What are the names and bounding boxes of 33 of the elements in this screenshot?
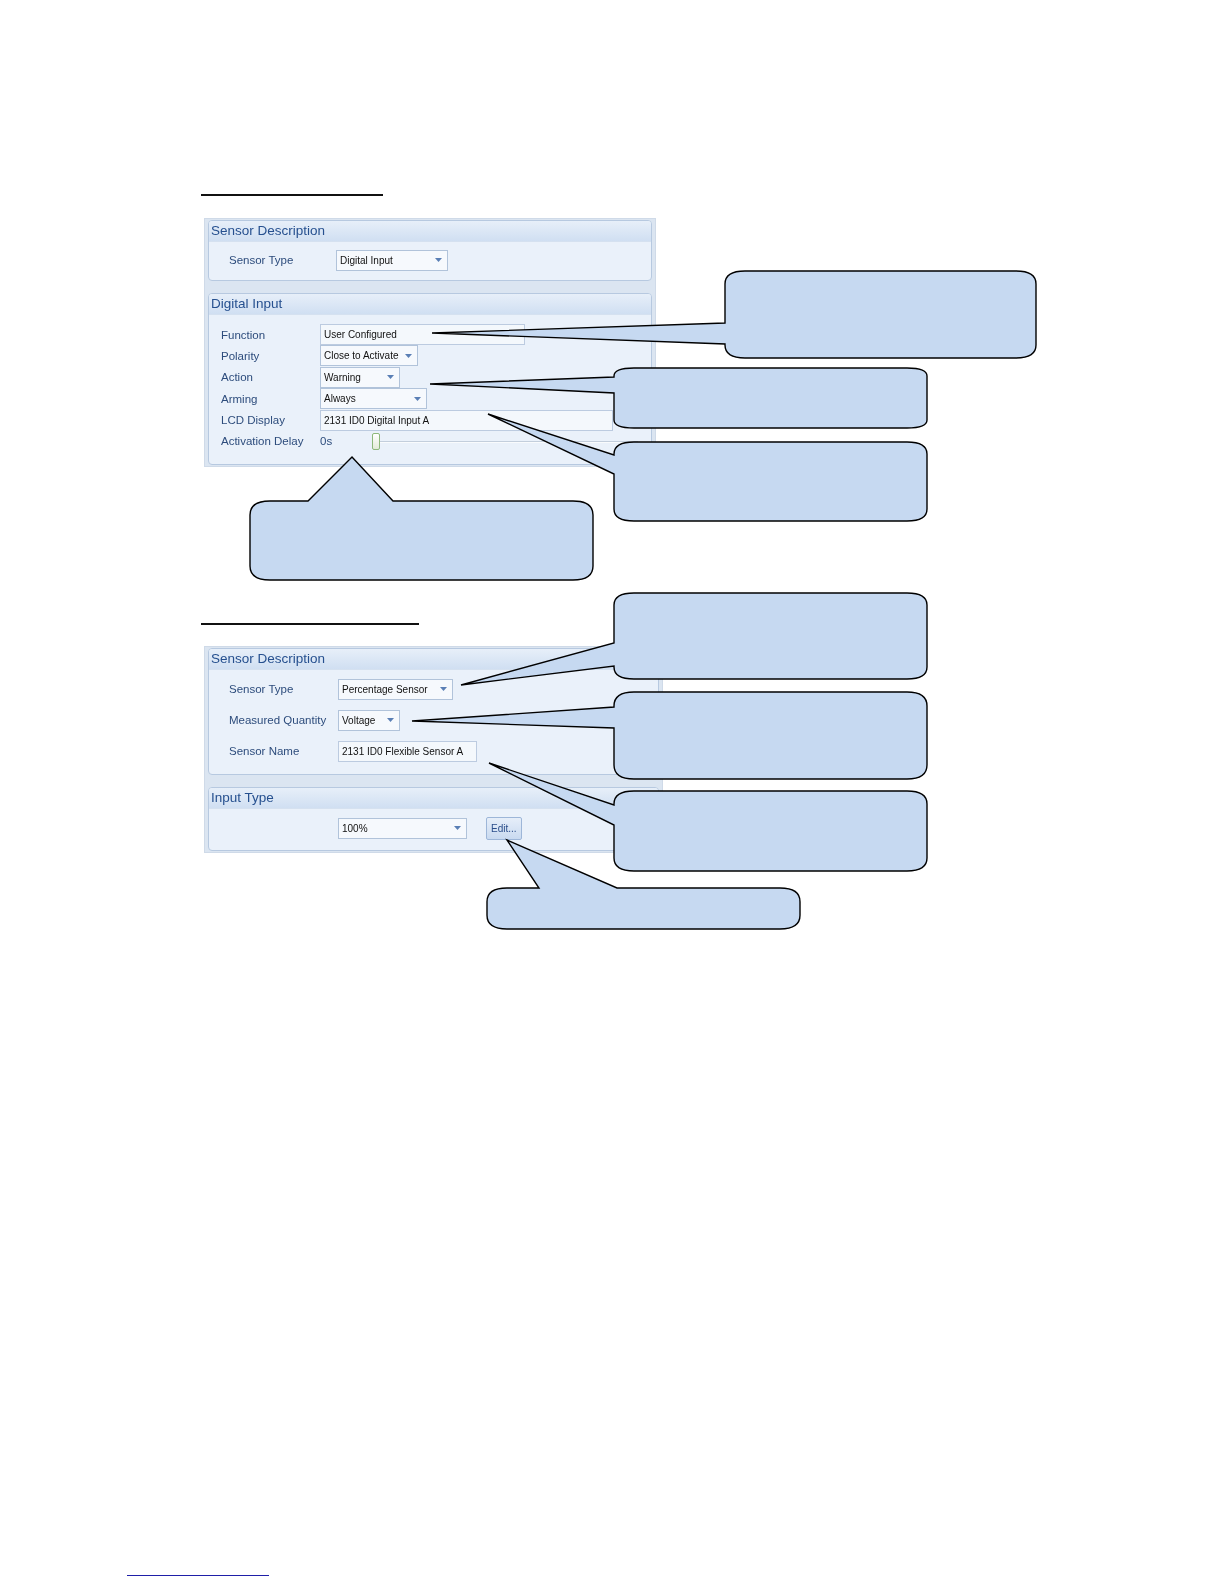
caret-icon bbox=[387, 375, 394, 380]
edit-button[interactable]: Edit... bbox=[486, 816, 522, 840]
caret-icon bbox=[387, 718, 394, 723]
dropdown[interactable]: Digital Input bbox=[336, 249, 448, 271]
text-field[interactable]: User Configured bbox=[320, 324, 525, 345]
field-label: Polarity bbox=[221, 349, 260, 362]
field-label: Sensor Type bbox=[229, 683, 294, 696]
field-label: Activation Delay bbox=[221, 435, 304, 448]
caret-icon bbox=[454, 826, 461, 831]
text-field[interactable]: 2131 ID0 Flexible Sensor A bbox=[338, 740, 477, 762]
dropdown[interactable]: Warning bbox=[320, 366, 400, 388]
field-label: Sensor Name bbox=[229, 745, 300, 758]
group-title: Digital Input bbox=[211, 296, 283, 311]
dropdown[interactable]: Always bbox=[320, 388, 427, 410]
field-label: LCD Display bbox=[221, 414, 285, 427]
field-label: Action bbox=[221, 371, 253, 384]
dropdown[interactable]: Voltage bbox=[338, 709, 400, 731]
group-title: Input Type bbox=[211, 790, 274, 806]
caret-icon bbox=[435, 258, 442, 262]
caret-icon bbox=[405, 353, 412, 358]
field-label: Arming bbox=[221, 392, 258, 405]
dropdown[interactable]: 100% bbox=[338, 817, 467, 839]
text-field[interactable]: 2131 ID0 Digital Input A bbox=[320, 409, 613, 431]
slider-thumb[interactable] bbox=[372, 432, 380, 450]
slider-value: 0s bbox=[320, 435, 334, 448]
group-title: Sensor Description bbox=[211, 651, 326, 667]
dropdown[interactable]: Close to Activate bbox=[320, 345, 418, 367]
field-label: Sensor Type bbox=[229, 254, 294, 266]
dropdown[interactable]: Percentage Sensor bbox=[338, 678, 453, 700]
group-title: Sensor Description bbox=[211, 223, 326, 238]
field-label: Function bbox=[221, 328, 266, 341]
field-label: Measured Quantity bbox=[229, 714, 327, 727]
caret-icon bbox=[414, 396, 421, 401]
